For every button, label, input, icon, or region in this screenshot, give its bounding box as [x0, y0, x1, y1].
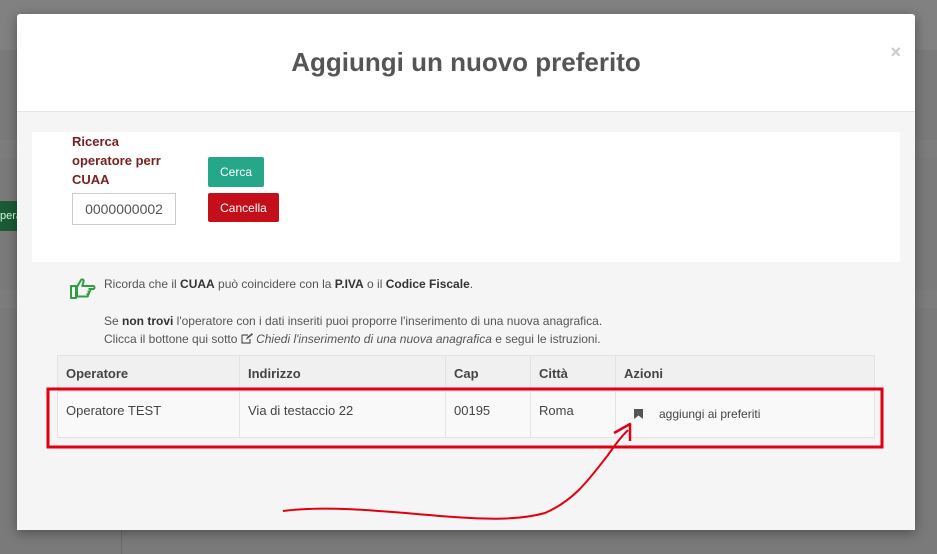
add-to-favorites-link[interactable]: aggiungi ai preferiti — [624, 403, 760, 421]
search-panel: Ricerca operatore perr CUAA Cerca Cancel… — [32, 132, 900, 262]
operators-table: Operatore Indirizzo Cap Città Azioni Ope… — [57, 355, 875, 438]
col-header-citta: Città — [530, 355, 616, 392]
col-header-azioni: Azioni — [615, 355, 875, 392]
info-line-instructions: Clicca il bottone qui sotto Chiedi l'ins… — [104, 332, 601, 346]
bookmark-icon — [634, 409, 643, 419]
pointing-hand-icon — [70, 278, 96, 299]
background-column-line — [121, 530, 122, 554]
background-green-button: pera — [0, 201, 18, 231]
table-row: Operatore TEST Via di testaccio 22 00195… — [57, 391, 875, 438]
modal-title: Aggiungi un nuovo preferito — [291, 47, 641, 77]
cell-operatore: Operatore TEST — [57, 391, 240, 438]
col-header-indirizzo: Indirizzo — [239, 355, 446, 392]
cell-indirizzo: Via di testaccio 22 — [239, 391, 446, 438]
add-to-favorites-label: aggiungi ai preferiti — [659, 407, 761, 421]
modal-header: Aggiungi un nuovo preferito × — [17, 14, 915, 112]
col-header-cap: Cap — [445, 355, 531, 392]
cell-cap: 00195 — [445, 391, 531, 438]
cuaa-input[interactable] — [72, 193, 176, 225]
search-button[interactable]: Cerca — [208, 157, 264, 187]
info-line-not-found: Se non trovi l'operatore con i dati inse… — [104, 314, 603, 328]
edit-icon — [241, 333, 253, 344]
table-header-row: Operatore Indirizzo Cap Città Azioni — [57, 355, 875, 392]
col-header-operatore: Operatore — [57, 355, 240, 392]
add-favorite-modal: Aggiungi un nuovo preferito × Ricerca op… — [17, 14, 915, 530]
modal-body: Ricerca operatore perr CUAA Cerca Cancel… — [17, 112, 915, 530]
info-line-cuaa: Ricorda che il CUAA può coincidere con l… — [104, 277, 474, 291]
cell-citta: Roma — [530, 391, 616, 438]
cell-azioni: aggiungi ai preferiti — [615, 391, 875, 438]
cancel-button[interactable]: Cancella — [208, 193, 279, 222]
search-label: Ricerca operatore perr CUAA — [72, 134, 161, 187]
close-icon[interactable]: × — [890, 42, 901, 62]
